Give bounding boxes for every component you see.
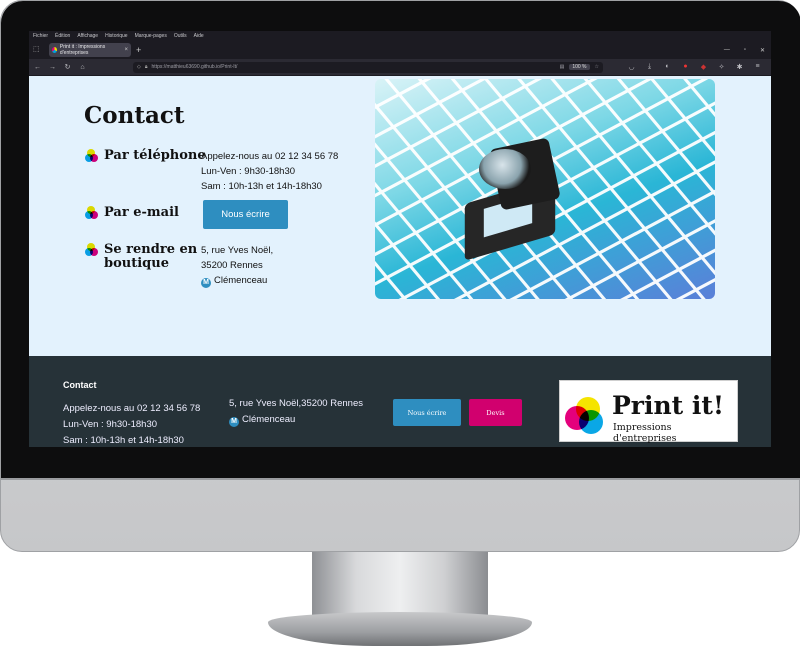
shop-label: Se rendre en boutique [104, 243, 197, 271]
extensions-icon[interactable]: ✧ [717, 63, 726, 71]
ublock-icon[interactable]: ◆ [699, 63, 708, 71]
menu-tools[interactable]: Outils [174, 33, 187, 39]
monitor-stand-foot [268, 612, 532, 646]
footer: Contact Appelez-nous au 02 12 34 56 78 L… [29, 356, 771, 447]
address-bar[interactable]: ◇ 🔒︎ https://matthieu63690.github.io/Pri… [133, 61, 603, 73]
shop-address: 5, rue Yves Noël, 35200 Rennes M Clémence… [201, 243, 273, 288]
tab-title: Print it : Impressions d'entreprises [59, 44, 106, 56]
cmy-bullet-icon [85, 149, 98, 162]
maximize-icon[interactable]: ▫ [744, 47, 746, 54]
window-controls: — ▫ ✕ [724, 47, 771, 54]
reload-icon[interactable]: ↻ [63, 63, 72, 71]
footer-phone: Appelez-nous au 02 12 34 56 78 [63, 403, 201, 414]
new-tab-icon[interactable]: + [136, 45, 141, 55]
home-icon[interactable]: ⌂ [78, 64, 87, 71]
metro-icon: M [229, 417, 239, 427]
footer-metro-station: Clémenceau [242, 414, 296, 425]
contact-section: Contact Par téléphone Appelez-nous au 02… [29, 76, 771, 356]
browser-tabbar: ⬚ Print it : Impressions d'entreprises ×… [29, 41, 771, 59]
tab-close-icon[interactable]: × [124, 47, 128, 53]
email-label: Par e-mail [104, 205, 179, 220]
logo-name: Print it! [612, 391, 724, 420]
tab-list-icon[interactable]: ⬚ [33, 45, 43, 55]
minimize-icon[interactable]: — [724, 47, 730, 54]
screen: Fichier Édition Affichage Historique Mar… [29, 31, 771, 447]
browser-tab-active[interactable]: Print it : Impressions d'entreprises × [49, 43, 131, 57]
menu-bookmarks[interactable]: Marque-pages [135, 33, 167, 39]
print-it-logo[interactable]: Print it! Impressions d'entreprises [559, 380, 738, 444]
menu-edit[interactable]: Édition [55, 33, 70, 39]
cmy-logo-icon [565, 397, 605, 437]
menu-help[interactable]: Aide [194, 33, 204, 39]
footer-write-us-button[interactable]: Nous écrire [393, 399, 461, 426]
extension-red-icon[interactable]: ● [681, 63, 690, 71]
forward-icon[interactable]: → [48, 64, 57, 71]
page-title: Contact [84, 102, 185, 129]
footer-metro: M Clémenceau [229, 412, 363, 428]
saturday-hours: Sam : 10h-13h et 14h-18h30 [201, 181, 322, 192]
phone-details: Appelez-nous au 02 12 34 56 78 Lun-Ven :… [201, 149, 338, 194]
browser-navbar: ← → ↻ ⌂ ◇ 🔒︎ https://matthieu63690.githu… [29, 59, 771, 75]
reader-view-icon[interactable]: ▤ [560, 64, 565, 70]
browser-menubar: Fichier Édition Affichage Historique Mar… [29, 31, 771, 40]
settings-icon[interactable]: ✱ [735, 63, 744, 71]
footer-saturday-hours: Sam : 10h-13h et 14h-18h30 [63, 435, 184, 446]
address-city: 35200 Rennes [201, 260, 263, 271]
magnifier-on-swatches-image [375, 79, 715, 299]
menu-icon[interactable]: ≡ [753, 63, 762, 71]
favicon-icon [52, 47, 57, 53]
footer-quote-button[interactable]: Devis [469, 399, 522, 426]
close-window-icon[interactable]: ✕ [760, 47, 765, 54]
account-icon[interactable]: ◐ [663, 63, 672, 71]
metro-line: M Clémenceau [201, 273, 273, 288]
loupe-lens [479, 149, 531, 189]
bookmark-star-icon[interactable]: ☆ [595, 64, 599, 70]
phone-label: Par téléphone [104, 148, 206, 163]
url-text[interactable]: https://matthieu63690.github.io/Print-It… [152, 64, 238, 70]
metro-station: Clémenceau [214, 275, 268, 286]
back-icon[interactable]: ← [33, 64, 42, 71]
weekday-hours: Lun-Ven : 9h30-18h30 [201, 166, 296, 177]
write-us-button[interactable]: Nous écrire [203, 200, 288, 229]
footer-address: 5, rue Yves Noël,35200 Rennes [229, 398, 363, 409]
metro-icon: M [201, 278, 211, 288]
pocket-icon[interactable]: ◡ [627, 63, 636, 71]
shield-icon[interactable]: ◇ [137, 64, 141, 70]
address-street: 5, rue Yves Noël, [201, 245, 274, 256]
download-icon[interactable]: ⤓ [645, 63, 654, 71]
lock-icon[interactable]: 🔒︎ [145, 64, 148, 70]
footer-address-block: 5, rue Yves Noël,35200 Rennes M Clémencea… [229, 396, 363, 428]
shop-label-line2: boutique [104, 256, 169, 271]
zoom-level[interactable]: 100 % [569, 64, 590, 70]
browser-toolbar-right: ◡ ⤓ ◐ ● ◆ ✧ ✱ ≡ [627, 63, 762, 71]
menu-file[interactable]: Fichier [33, 33, 48, 39]
footer-title: Contact [63, 380, 97, 390]
phone-number: Appelez-nous au 02 12 34 56 78 [201, 151, 339, 162]
footer-weekday-hours: Lun-Ven : 9h30-18h30 [63, 419, 158, 430]
menu-history[interactable]: Historique [105, 33, 128, 39]
shop-label-line1: Se rendre en [104, 242, 198, 257]
cmy-bullet-icon [85, 243, 98, 256]
menu-view[interactable]: Affichage [77, 33, 98, 39]
footer-phone-block: Appelez-nous au 02 12 34 56 78 Lun-Ven :… [63, 401, 200, 447]
monitor-chin [1, 478, 800, 480]
logo-tagline: Impressions d'entreprises [613, 422, 677, 444]
cmy-bullet-icon [85, 206, 98, 219]
